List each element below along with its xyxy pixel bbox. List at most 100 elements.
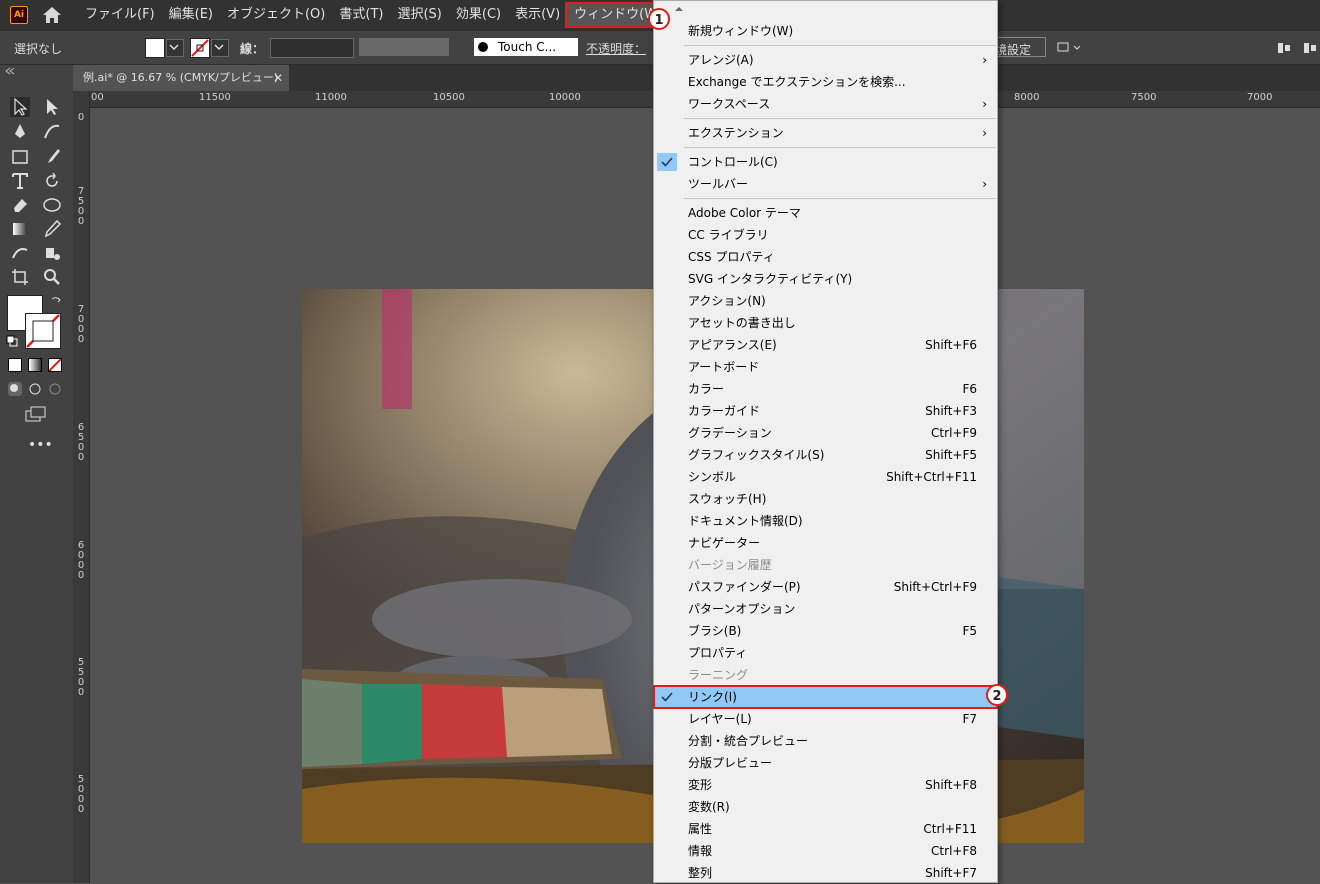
menu-item-label: Adobe Color テーマ [688,206,801,220]
draw-normal-icon[interactable] [7,381,23,397]
brush-definition-dropdown[interactable]: Touch C... [474,38,578,56]
zoom-tool[interactable] [42,267,62,287]
selection-tool[interactable] [10,97,30,117]
window-menu-item[interactable]: グラフィックスタイル(S) Shift+F5 [654,444,997,466]
menu-item-label: プロパティ [688,646,748,660]
scroll-up-icon[interactable] [674,6,684,12]
window-menu-item[interactable]: アレンジ(A) › [654,49,997,71]
eraser-tool[interactable] [10,195,30,215]
menu-item-label: 分割・統合プレビュー [688,734,809,748]
gradient-mode-button[interactable] [28,358,42,372]
menu-item-label: 変数(R) [688,800,730,814]
window-menu-item[interactable]: 変形 Shift+F8 [654,774,997,796]
close-tab-icon[interactable]: ✕ [273,65,283,91]
align-icon[interactable] [1276,40,1320,56]
curvature-tool[interactable] [42,122,62,142]
window-menu-item[interactable]: CSS プロパティ [654,246,997,268]
window-menu-item[interactable]: アートボード [654,356,997,378]
window-menu-item[interactable]: ドキュメント情報(D) [654,510,997,532]
window-menu-item[interactable]: レイヤー(L) F7 [654,708,997,730]
window-menu-item[interactable]: 新規ウィンドウ(W) [654,20,997,42]
menu-item-label: SVG インタラクティビティ(Y) [688,272,853,286]
opacity-label[interactable]: 不透明度： [586,40,646,57]
window-menu-item[interactable]: 分割・統合プレビュー [654,730,997,752]
edit-toolbar-icon[interactable]: ••• [28,437,53,453]
draw-inside-icon[interactable] [47,381,63,397]
window-menu-item[interactable]: リンク(I) [653,685,998,709]
stroke-swatch[interactable] [190,38,210,58]
menu-item[interactable]: 選択(S) [390,4,448,26]
window-menu-item[interactable]: シンボル Shift+Ctrl+F11 [654,466,997,488]
window-menu-item[interactable]: パターンオプション [654,598,997,620]
collapse-toolbar-icon[interactable] [5,67,15,75]
change-screen-mode-icon[interactable] [25,405,47,423]
stroke-weight-label: 線： [240,42,265,56]
ruler-tick-label: 0 [77,112,85,123]
none-mode-button[interactable] [48,358,62,372]
menu-item[interactable]: 表示(V) [508,4,567,26]
window-menu-item[interactable]: 分版プレビュー [654,752,997,774]
puppet-warp-icon [43,198,61,212]
window-menu-item[interactable]: コントロール(C) [654,151,997,173]
menu-item[interactable]: 編集(E) [162,4,220,26]
window-menu-item[interactable]: ナビゲーター [654,532,997,554]
window-menu-item[interactable]: 変数(R) [654,796,997,818]
artboard-tool[interactable] [10,267,30,287]
home-icon[interactable] [42,6,62,24]
menu-item-label: パターンオプション [688,602,796,616]
variable-width-profile[interactable] [359,38,449,56]
symbol-sprayer-tool[interactable] [42,243,62,263]
window-menu-item[interactable]: プロパティ [654,642,997,664]
ruler-tick-label: 7500 [77,186,85,227]
menu-item[interactable]: 効果(C) [449,4,508,26]
swap-colors-icon[interactable] [50,295,62,307]
menu-item[interactable]: ファイル(F) [78,4,162,26]
color-mode-button[interactable] [8,358,22,372]
window-menu-item[interactable]: アピアランス(E) Shift+F6 [654,334,997,356]
window-menu-item[interactable]: ワークスペース › [654,93,997,115]
window-menu-item[interactable]: Adobe Color テーマ [654,202,997,224]
type-tool[interactable] [10,171,30,191]
eyedropper-tool[interactable] [42,219,62,239]
window-menu-item[interactable]: ツールバー › [654,173,997,195]
gradient-tool[interactable] [10,219,30,239]
blend-tool[interactable] [10,243,30,263]
menu-item[interactable]: 書式(T) [332,4,390,26]
window-menu-item[interactable]: 属性 Ctrl+F11 [654,818,997,840]
window-menu-item[interactable]: 情報 Ctrl+F8 [654,840,997,862]
window-menu-item[interactable]: スウォッチ(H) [654,488,997,510]
draw-behind-icon[interactable] [27,381,43,397]
document-tab[interactable]: 例.ai* @ 16.67 % (CMYK/プレビュー) ✕ [73,65,289,91]
window-menu-item[interactable]: SVG インタラクティビティ(Y) [654,268,997,290]
default-colors-icon[interactable] [6,335,18,347]
menu-item-label: リンク(I) [688,690,737,704]
puppet-warp-tool[interactable] [42,195,62,215]
window-menu-item[interactable]: Exchange でエクステンションを検索... [654,71,997,93]
window-menu-item[interactable]: パスファインダー(P) Shift+Ctrl+F9 [654,576,997,598]
stroke-weight-input[interactable] [270,38,354,58]
rectangle-tool[interactable] [10,147,30,167]
window-menu-item[interactable]: エクステンション › [654,122,997,144]
menu-item[interactable]: オブジェクト(O) [220,4,332,26]
preferences-button[interactable]: 境設定 [990,37,1046,57]
paintbrush-tool[interactable] [42,147,62,167]
chevron-down-icon [214,44,224,51]
ruler-tick-label: 11500 [199,92,231,103]
rotate-tool[interactable] [42,171,62,191]
stroke-dropdown-button[interactable] [211,39,229,57]
direct-selection-tool[interactable] [42,97,62,117]
fill-dropdown-button[interactable] [166,39,184,57]
menu-item-label: アレンジ(A) [688,53,754,67]
pen-tool[interactable] [10,122,30,142]
window-menu-item[interactable]: 整列 Shift+F7 [654,862,997,884]
arrange-icon[interactable] [1056,40,1082,56]
window-menu-item[interactable]: CC ライブラリ [654,224,997,246]
window-menu-item[interactable]: アクション(N) [654,290,997,312]
window-menu-item[interactable]: アセットの書き出し [654,312,997,334]
fill-swatch[interactable] [145,38,165,58]
window-menu-item[interactable]: ブラシ(B) F5 [654,620,997,642]
window-menu-item[interactable]: グラデーション Ctrl+F9 [654,422,997,444]
stroke-color-box[interactable] [25,313,61,349]
window-menu-item[interactable]: カラー F6 [654,378,997,400]
window-menu-item[interactable]: カラーガイド Shift+F3 [654,400,997,422]
